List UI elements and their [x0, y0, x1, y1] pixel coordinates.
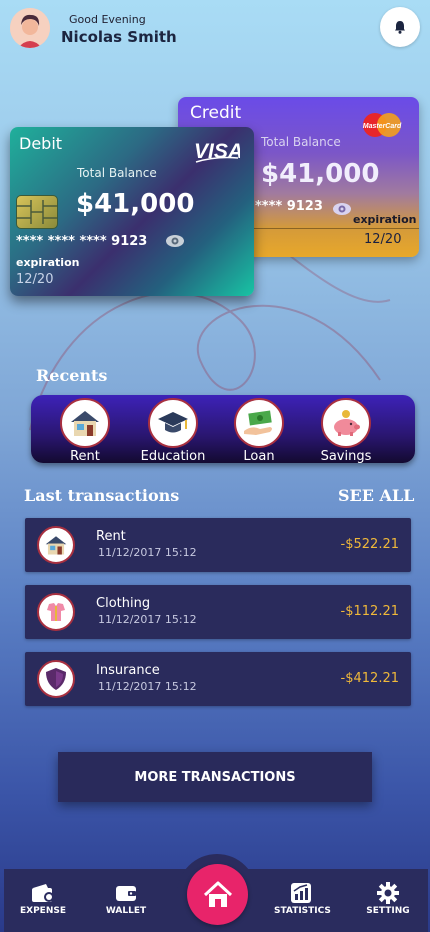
- home-button[interactable]: [187, 864, 248, 925]
- transaction-name: Insurance: [96, 663, 160, 678]
- notification-button[interactable]: [380, 7, 420, 47]
- shield-icon: [37, 660, 75, 698]
- debit-expiration: 12/20: [16, 272, 54, 287]
- piggy-bank-icon: [321, 398, 371, 448]
- credit-card-number: **** 9123: [255, 199, 323, 214]
- avatar-icon: [10, 8, 50, 48]
- debit-card-number: **** **** **** 9123: [16, 234, 148, 249]
- nav-item-label: EXPENSE: [20, 906, 66, 916]
- recent-item-label: Loan: [243, 449, 275, 464]
- avatar[interactable]: [10, 8, 50, 48]
- eye-icon[interactable]: [165, 234, 185, 248]
- nav-item-label: SETTING: [366, 906, 410, 916]
- recent-item-loan[interactable]: Loan: [224, 395, 294, 464]
- see-all-link[interactable]: SEE ALL: [338, 486, 414, 505]
- nav-item-wallet[interactable]: WALLET: [101, 880, 151, 916]
- transaction-amount: -$522.21: [340, 537, 399, 552]
- recent-item-label: Rent: [70, 449, 100, 464]
- transaction-amount: -$112.21: [340, 604, 399, 619]
- transaction-row[interactable]: Rent 11/12/2017 15:12 -$522.21: [25, 518, 411, 572]
- nav-item-statistics[interactable]: STATISTICS: [274, 880, 331, 916]
- recent-item-label: Education: [140, 449, 206, 464]
- wallet-card-icon: [32, 884, 54, 902]
- clothing-icon: [37, 593, 75, 631]
- house-icon: [37, 526, 75, 564]
- nav-item-expense[interactable]: EXPENSE: [18, 880, 68, 916]
- greeting-text: Good Evening: [69, 13, 146, 26]
- nav-item-label: WALLET: [105, 906, 147, 916]
- transaction-row[interactable]: Insurance 11/12/2017 15:12 -$412.21: [25, 652, 411, 706]
- money-hand-icon: [234, 398, 284, 448]
- home-icon: [203, 881, 232, 907]
- graduation-cap-icon: [148, 398, 198, 448]
- bell-icon: [395, 21, 405, 34]
- chart-icon: [291, 883, 311, 903]
- transaction-date: 11/12/2017 15:12: [98, 546, 197, 559]
- credit-balance: $41,000: [261, 159, 380, 189]
- transaction-name: Clothing: [96, 596, 151, 611]
- debit-card[interactable]: Debit VISA Total Balance $41,000 **** **…: [10, 127, 254, 296]
- recent-item-savings[interactable]: Savings: [311, 395, 381, 464]
- visa-logo-icon: VISA: [194, 140, 240, 163]
- recents-bar: Rent Education Loan Savings: [31, 395, 415, 464]
- recent-item-education[interactable]: Education: [138, 395, 208, 464]
- chip-icon: [16, 195, 58, 229]
- credit-expiration: 12/20: [364, 232, 402, 247]
- nav-item-label: STATISTICS: [274, 906, 331, 916]
- gear-icon: [377, 882, 399, 904]
- svg-text:MasterCard: MasterCard: [363, 123, 402, 130]
- svg-text:VISA: VISA: [194, 140, 240, 163]
- eye-icon[interactable]: [332, 202, 352, 216]
- mastercard-logo-icon: MasterCard: [363, 113, 402, 137]
- transaction-date: 11/12/2017 15:12: [98, 613, 197, 626]
- credit-divider: [252, 228, 419, 229]
- user-name: Nicolas Smith: [61, 28, 177, 46]
- credit-balance-label: Total Balance: [261, 135, 341, 149]
- house-icon: [60, 398, 110, 448]
- nav-item-setting[interactable]: SETTING: [363, 880, 413, 916]
- transaction-date: 11/12/2017 15:12: [98, 680, 197, 693]
- debit-card-title: Debit: [19, 134, 63, 153]
- more-transactions-button[interactable]: MORE TRANSACTIONS: [58, 752, 372, 802]
- transaction-name: Rent: [96, 529, 126, 544]
- credit-expiration-label: expiration: [353, 213, 417, 226]
- debit-balance-label: Total Balance: [77, 166, 157, 180]
- debit-expiration-label: expiration: [16, 256, 80, 269]
- wallet-icon: [116, 886, 136, 901]
- recents-title: Recents: [36, 366, 108, 385]
- debit-balance: $41,000: [76, 189, 195, 219]
- transaction-amount: -$412.21: [340, 671, 399, 686]
- recent-item-label: Savings: [320, 449, 372, 464]
- credit-card-title: Credit: [190, 103, 242, 123]
- last-transactions-title: Last transactions: [24, 486, 180, 505]
- recent-item-rent[interactable]: Rent: [50, 395, 120, 464]
- transaction-row[interactable]: Clothing 11/12/2017 15:12 -$112.21: [25, 585, 411, 639]
